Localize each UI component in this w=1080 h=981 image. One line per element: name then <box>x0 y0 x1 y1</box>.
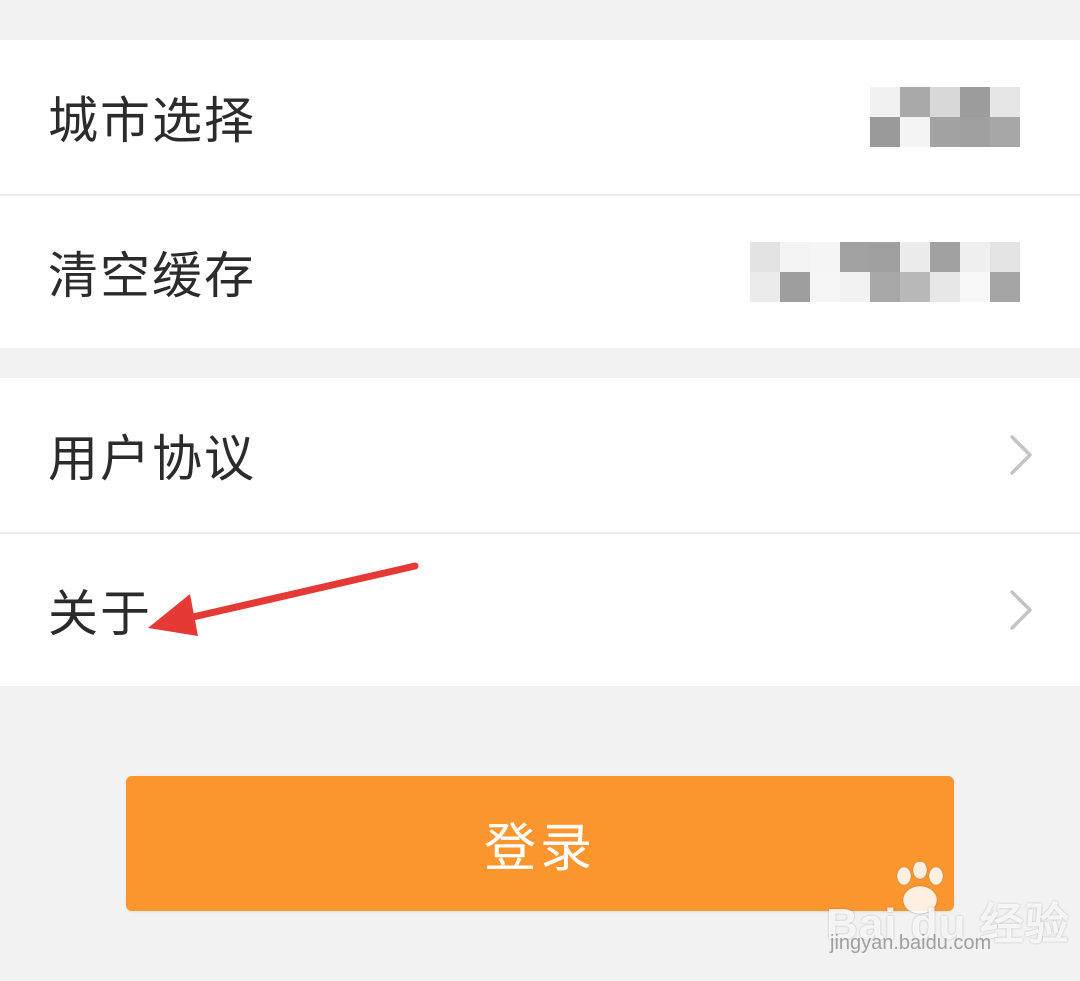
row-about[interactable]: 关于 <box>0 532 1080 685</box>
chevron-right-icon <box>1010 589 1032 630</box>
row-city-select[interactable]: 城市选择 <box>0 40 1080 193</box>
chevron-right-icon <box>1010 434 1032 475</box>
row-label-user-agreement: 用户协议 <box>48 429 256 488</box>
settings-group-info: 用户协议 关于 <box>0 378 1080 686</box>
row-label-city-select: 城市选择 <box>48 91 256 150</box>
row-user-agreement[interactable]: 用户协议 <box>0 378 1080 531</box>
watermark-url: jingyan.baidu.com <box>830 932 992 954</box>
row-label-about: 关于 <box>48 584 152 643</box>
row-clear-cache[interactable]: 清空缓存 <box>0 194 1080 347</box>
settings-group-general: 城市选择 清空缓存 <box>0 40 1080 348</box>
login-button[interactable]: 登录 <box>126 776 954 911</box>
city-value-obscured <box>870 86 1020 147</box>
cache-value-obscured <box>750 241 1020 302</box>
row-label-clear-cache: 清空缓存 <box>48 246 256 305</box>
settings-screen: 城市选择 清空缓存 用户协议 关于 登录 Bai du 经验 jingyan.b… <box>0 0 1080 981</box>
